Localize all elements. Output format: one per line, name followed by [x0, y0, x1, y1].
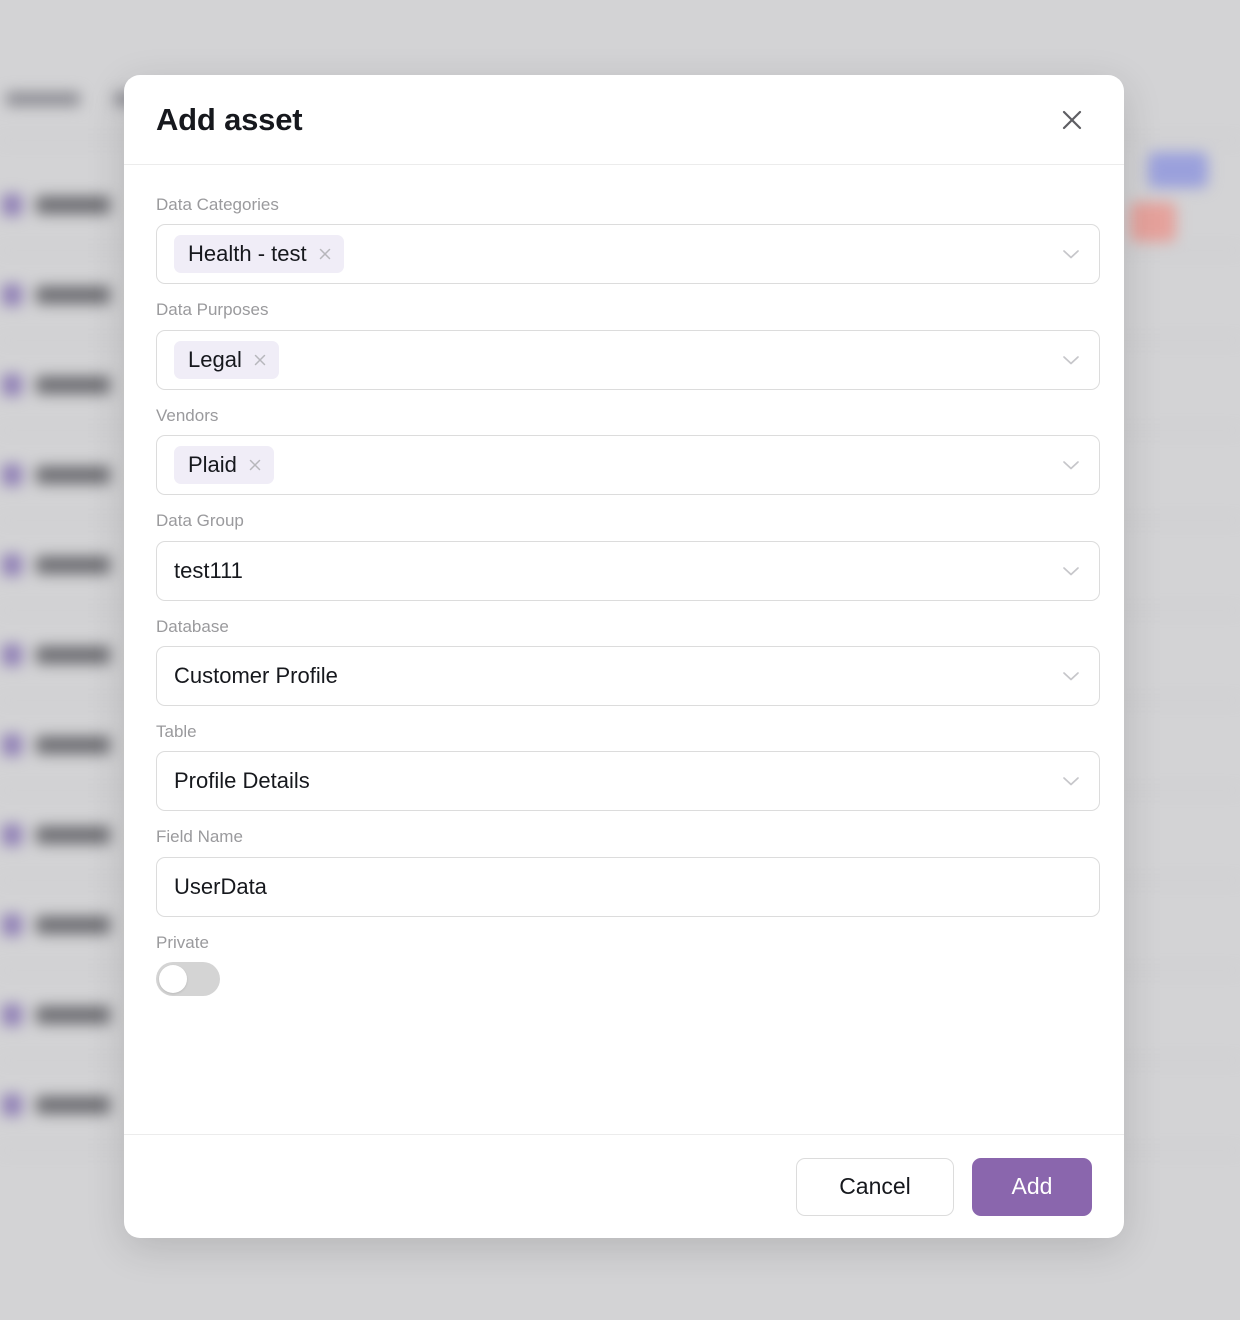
field-name-value: UserData [174, 873, 267, 899]
chevron-down-icon [1061, 455, 1081, 475]
backdrop-row-text [36, 736, 110, 754]
close-small-icon[interactable] [251, 351, 269, 369]
field-database: Database Customer Profile [156, 616, 1100, 706]
field-data-categories: Data Categories Health - test [156, 195, 1100, 285]
field-label-database: Database [156, 616, 229, 636]
backdrop-row-icon [2, 734, 22, 756]
cancel-button[interactable]: Cancel [796, 1157, 954, 1216]
field-label-data-categories: Data Categories [156, 195, 279, 214]
field-label-data-group: Data Group [156, 511, 244, 531]
backdrop-row-icon [2, 1094, 22, 1116]
chevron-down-icon [1061, 666, 1081, 686]
backdrop-row-text [36, 556, 110, 574]
modal-footer: Cancel Add [124, 1134, 1124, 1238]
chip-label: Health - test [188, 241, 307, 267]
backdrop-row-text [36, 286, 110, 304]
chevron-down-icon [1061, 561, 1081, 581]
page-title: Add asset [156, 101, 303, 137]
backdrop-row-text [36, 826, 110, 844]
field-label-field-name: Field Name [156, 827, 243, 847]
backdrop-row-text [36, 1006, 110, 1024]
backdrop-row-text [36, 1096, 110, 1114]
backdrop-row-text [36, 376, 110, 394]
field-private: Private [156, 932, 1092, 997]
field-name-input[interactable]: UserData [156, 856, 1100, 917]
backdrop-badge-blue [1148, 152, 1208, 188]
field-field-name: Field Name UserData [156, 827, 1100, 917]
field-vendors: Vendors Plaid [156, 405, 1100, 496]
modal-body: Data Categories Health - test Data Purpo… [124, 165, 1124, 1134]
close-small-icon[interactable] [246, 456, 264, 474]
backdrop-row-text [36, 196, 110, 214]
close-icon[interactable] [1052, 100, 1092, 140]
field-data-group: Data Group test111 [156, 511, 1100, 601]
backdrop-row-text [36, 646, 110, 664]
field-table: Table Profile Details [156, 721, 1100, 812]
backdrop-row-icon [2, 284, 22, 306]
chip-label: Plaid [188, 452, 237, 478]
backdrop-row-icon [2, 554, 22, 576]
field-label-table: Table [156, 721, 197, 741]
backdrop-row-icon [2, 464, 22, 486]
close-small-icon[interactable] [316, 245, 334, 263]
chip-data-purpose: Legal [174, 340, 279, 379]
data-categories-select[interactable]: Health - test [156, 224, 1100, 285]
backdrop-row-icon [2, 1004, 22, 1026]
toggle-knob [159, 965, 187, 994]
private-toggle[interactable] [156, 962, 220, 997]
field-label-vendors: Vendors [156, 405, 219, 425]
chip-data-category: Health - test [174, 235, 344, 274]
data-group-value: test111 [174, 557, 243, 583]
chevron-down-icon [1061, 244, 1081, 264]
backdrop-badge-red [1130, 202, 1176, 242]
backdrop-row-icon [2, 644, 22, 666]
backdrop-topbar-item [6, 92, 80, 106]
backdrop-row-text [36, 916, 110, 934]
database-value: Customer Profile [174, 662, 338, 688]
table-value: Profile Details [174, 768, 310, 794]
add-button[interactable]: Add [972, 1157, 1092, 1216]
vendors-select[interactable]: Plaid [156, 435, 1100, 496]
field-data-purposes: Data Purposes Legal [156, 300, 1100, 390]
chip-label: Legal [188, 346, 242, 372]
backdrop-row-text [36, 466, 110, 484]
field-label-data-purposes: Data Purposes [156, 300, 269, 320]
database-select[interactable]: Customer Profile [156, 645, 1100, 706]
chevron-down-icon [1061, 350, 1081, 370]
chip-vendor: Plaid [174, 446, 274, 485]
backdrop-row-icon [2, 914, 22, 936]
data-group-select[interactable]: test111 [156, 540, 1100, 601]
backdrop-row-icon [2, 824, 22, 846]
data-purposes-select[interactable]: Legal [156, 329, 1100, 390]
field-label-private: Private [156, 932, 209, 952]
add-asset-modal: Add asset Data Categories Health - test [124, 75, 1124, 1238]
backdrop-row-icon [2, 374, 22, 396]
modal-header: Add asset [124, 75, 1124, 165]
chevron-down-icon [1061, 771, 1081, 791]
backdrop-row-icon [2, 194, 22, 216]
table-select[interactable]: Profile Details [156, 751, 1100, 812]
